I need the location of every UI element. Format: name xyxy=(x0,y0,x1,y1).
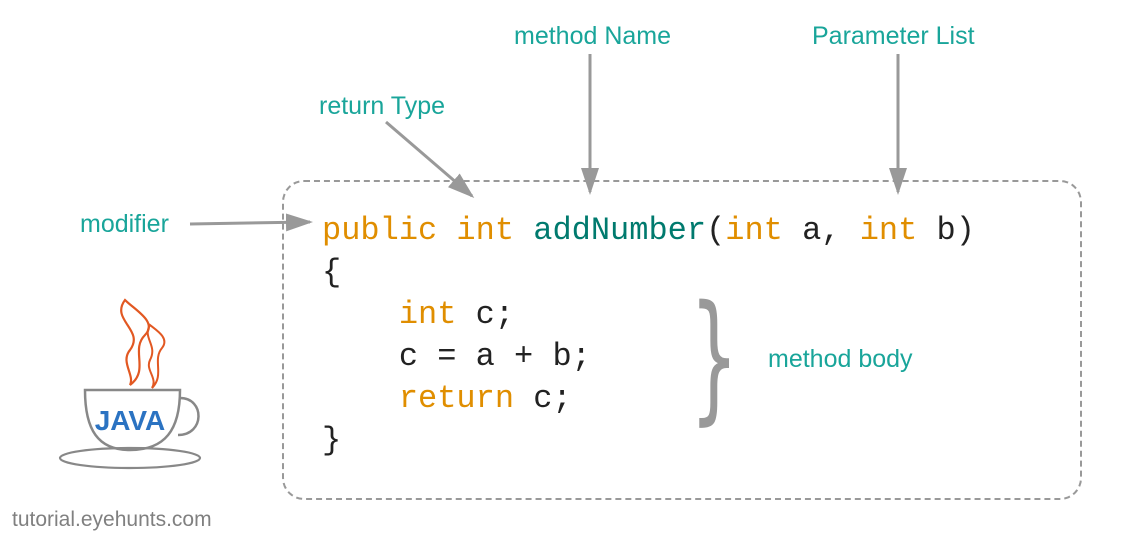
param2-name: b xyxy=(937,212,956,249)
code-container: public int addNumber(int a, int b) { int… xyxy=(282,180,1082,500)
java-logo-text: JAVA xyxy=(95,405,166,436)
java-logo: JAVA xyxy=(30,290,230,495)
label-return-type: return Type xyxy=(319,92,445,121)
open-brace: { xyxy=(322,254,341,291)
body-line3-rest: c; xyxy=(514,380,572,417)
body-line1-rest: c; xyxy=(456,296,514,333)
label-method-body: method body xyxy=(768,345,913,374)
label-method-name: method Name xyxy=(514,22,671,51)
close-paren: ) xyxy=(956,212,975,249)
body-line3-kw: return xyxy=(399,380,514,417)
footer-text: tutorial.eyehunts.com xyxy=(12,508,212,532)
param1-name: a xyxy=(802,212,821,249)
code-block: public int addNumber(int a, int b) { int… xyxy=(322,210,1042,462)
label-modifier: modifier xyxy=(80,210,169,239)
body-line2: c = a + b; xyxy=(399,338,591,375)
open-paren: ( xyxy=(706,212,725,249)
param1-type: int xyxy=(725,212,783,249)
param2-type: int xyxy=(860,212,918,249)
close-brace: } xyxy=(322,422,341,459)
method-name: addNumber xyxy=(533,212,706,249)
return-type: int xyxy=(456,212,514,249)
modifier-keyword: public xyxy=(322,212,437,249)
comma: , xyxy=(821,212,840,249)
label-parameter-list: Parameter List xyxy=(812,22,975,51)
body-line1-type: int xyxy=(399,296,457,333)
method-body-brace: } xyxy=(691,288,737,428)
